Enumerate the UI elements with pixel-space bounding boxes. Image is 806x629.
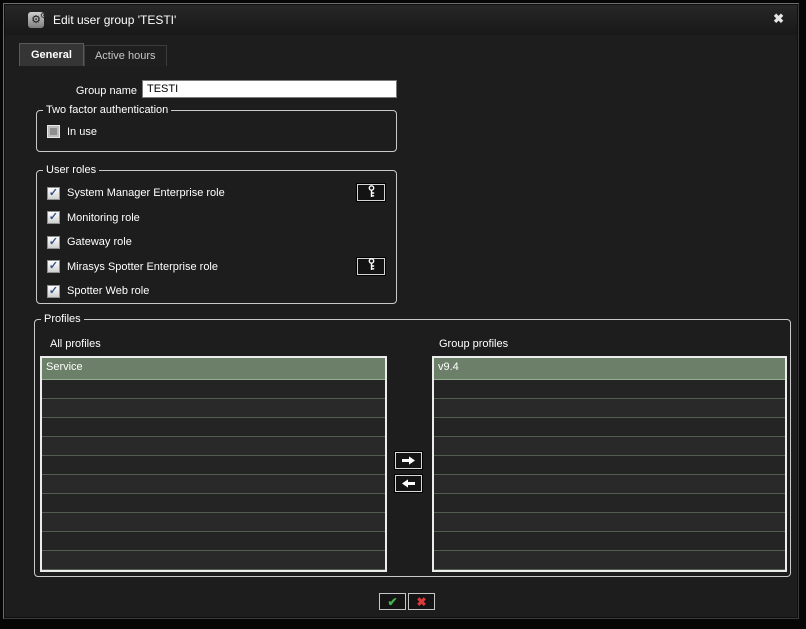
in-use-checkbox[interactable]	[47, 125, 60, 138]
empty-row[interactable]	[42, 494, 385, 513]
close-icon[interactable]: ✖	[773, 11, 784, 27]
group-profiles-label: Group profiles	[439, 338, 509, 350]
empty-row[interactable]	[42, 399, 385, 418]
cancel-x-icon: ✖	[416, 594, 427, 609]
role-checkbox[interactable]: ✓	[47, 284, 60, 298]
empty-row[interactable]	[42, 532, 385, 551]
edit-user-group-dialog: ⚙ ⚙ Edit user group 'TESTI' ✖ General Act…	[3, 3, 799, 619]
group-name-label: Group name	[75, 85, 137, 97]
empty-row[interactable]	[42, 456, 385, 475]
empty-row[interactable]	[42, 551, 385, 570]
in-use-label: In use	[67, 125, 97, 138]
empty-row[interactable]	[434, 513, 785, 532]
user-role-row: ✓ Spotter Web role	[47, 279, 388, 304]
profile-row[interactable]: Service	[42, 358, 385, 380]
role-checkbox[interactable]: ✓	[47, 186, 60, 200]
empty-row[interactable]	[434, 380, 785, 399]
ok-button[interactable]: ✔	[379, 593, 406, 610]
empty-row[interactable]	[42, 475, 385, 494]
role-label: Mirasys Spotter Enterprise role	[67, 260, 218, 273]
profile-row[interactable]: v9.4	[434, 358, 785, 380]
empty-row[interactable]	[434, 475, 785, 494]
user-role-row: ✓ Gateway role	[47, 230, 388, 255]
two-factor-legend: Two factor authentication	[46, 104, 169, 116]
empty-row[interactable]	[434, 399, 785, 418]
profiles-fieldset: Profiles All profiles Group profiles Ser…	[34, 313, 791, 577]
empty-row[interactable]	[434, 437, 785, 456]
key-button[interactable]	[356, 183, 386, 202]
empty-row[interactable]	[42, 380, 385, 399]
move-right-button[interactable]	[394, 451, 423, 470]
user-roles-legend: User roles	[46, 164, 97, 176]
all-profiles-list[interactable]: Service	[40, 356, 387, 572]
tab-general[interactable]: General	[19, 43, 84, 66]
two-factor-fieldset: Two factor authentication In use	[36, 104, 397, 152]
in-use-row: In use	[47, 125, 396, 138]
role-checkbox[interactable]: ✓	[47, 235, 60, 249]
right-arrow-icon	[402, 453, 415, 468]
user-roles-list: ✓ System Manager Enterprise role ✓ Monitori…	[37, 176, 396, 304]
role-label: Monitoring role	[67, 211, 140, 224]
check-icon: ✔	[387, 594, 398, 609]
user-role-row: ✓ System Manager Enterprise role	[47, 181, 388, 206]
role-label: Gateway role	[67, 236, 132, 249]
user-role-row: ✓ Monitoring role	[47, 206, 388, 231]
group-name-input[interactable]	[142, 80, 397, 98]
empty-row[interactable]	[434, 418, 785, 437]
empty-row[interactable]	[42, 437, 385, 456]
profiles-legend: Profiles	[44, 313, 81, 325]
user-roles-fieldset: User roles ✓ System Manager Enterprise ro…	[36, 164, 397, 304]
tab-bar: General Active hours	[19, 43, 167, 66]
tab-active-hours[interactable]: Active hours	[83, 45, 167, 66]
role-label: Spotter Web role	[67, 285, 150, 298]
key-icon	[366, 184, 377, 201]
empty-row[interactable]	[42, 418, 385, 437]
empty-row[interactable]	[434, 551, 785, 570]
role-checkbox[interactable]: ✓	[47, 260, 60, 274]
empty-row[interactable]	[434, 532, 785, 551]
role-label: System Manager Enterprise role	[67, 187, 225, 200]
group-profiles-list[interactable]: v9.4	[432, 356, 787, 572]
gear-icon: ⚙ ⚙	[28, 11, 47, 28]
key-icon	[366, 258, 377, 274]
move-left-button[interactable]	[394, 474, 423, 493]
window-title: Edit user group 'TESTI'	[53, 13, 177, 27]
titlebar[interactable]: ⚙ ⚙ Edit user group 'TESTI' ✖	[5, 5, 797, 35]
user-role-row: ✓ Mirasys Spotter Enterprise role	[47, 255, 388, 280]
key-button[interactable]	[356, 256, 386, 276]
role-checkbox[interactable]: ✓	[47, 211, 60, 225]
small-gear-icon: ⚙	[39, 11, 47, 20]
empty-row[interactable]	[42, 513, 385, 532]
cancel-button[interactable]: ✖	[408, 593, 435, 610]
empty-row[interactable]	[434, 494, 785, 513]
all-profiles-label: All profiles	[50, 338, 101, 350]
left-arrow-icon	[402, 479, 415, 488]
empty-row[interactable]	[434, 456, 785, 475]
